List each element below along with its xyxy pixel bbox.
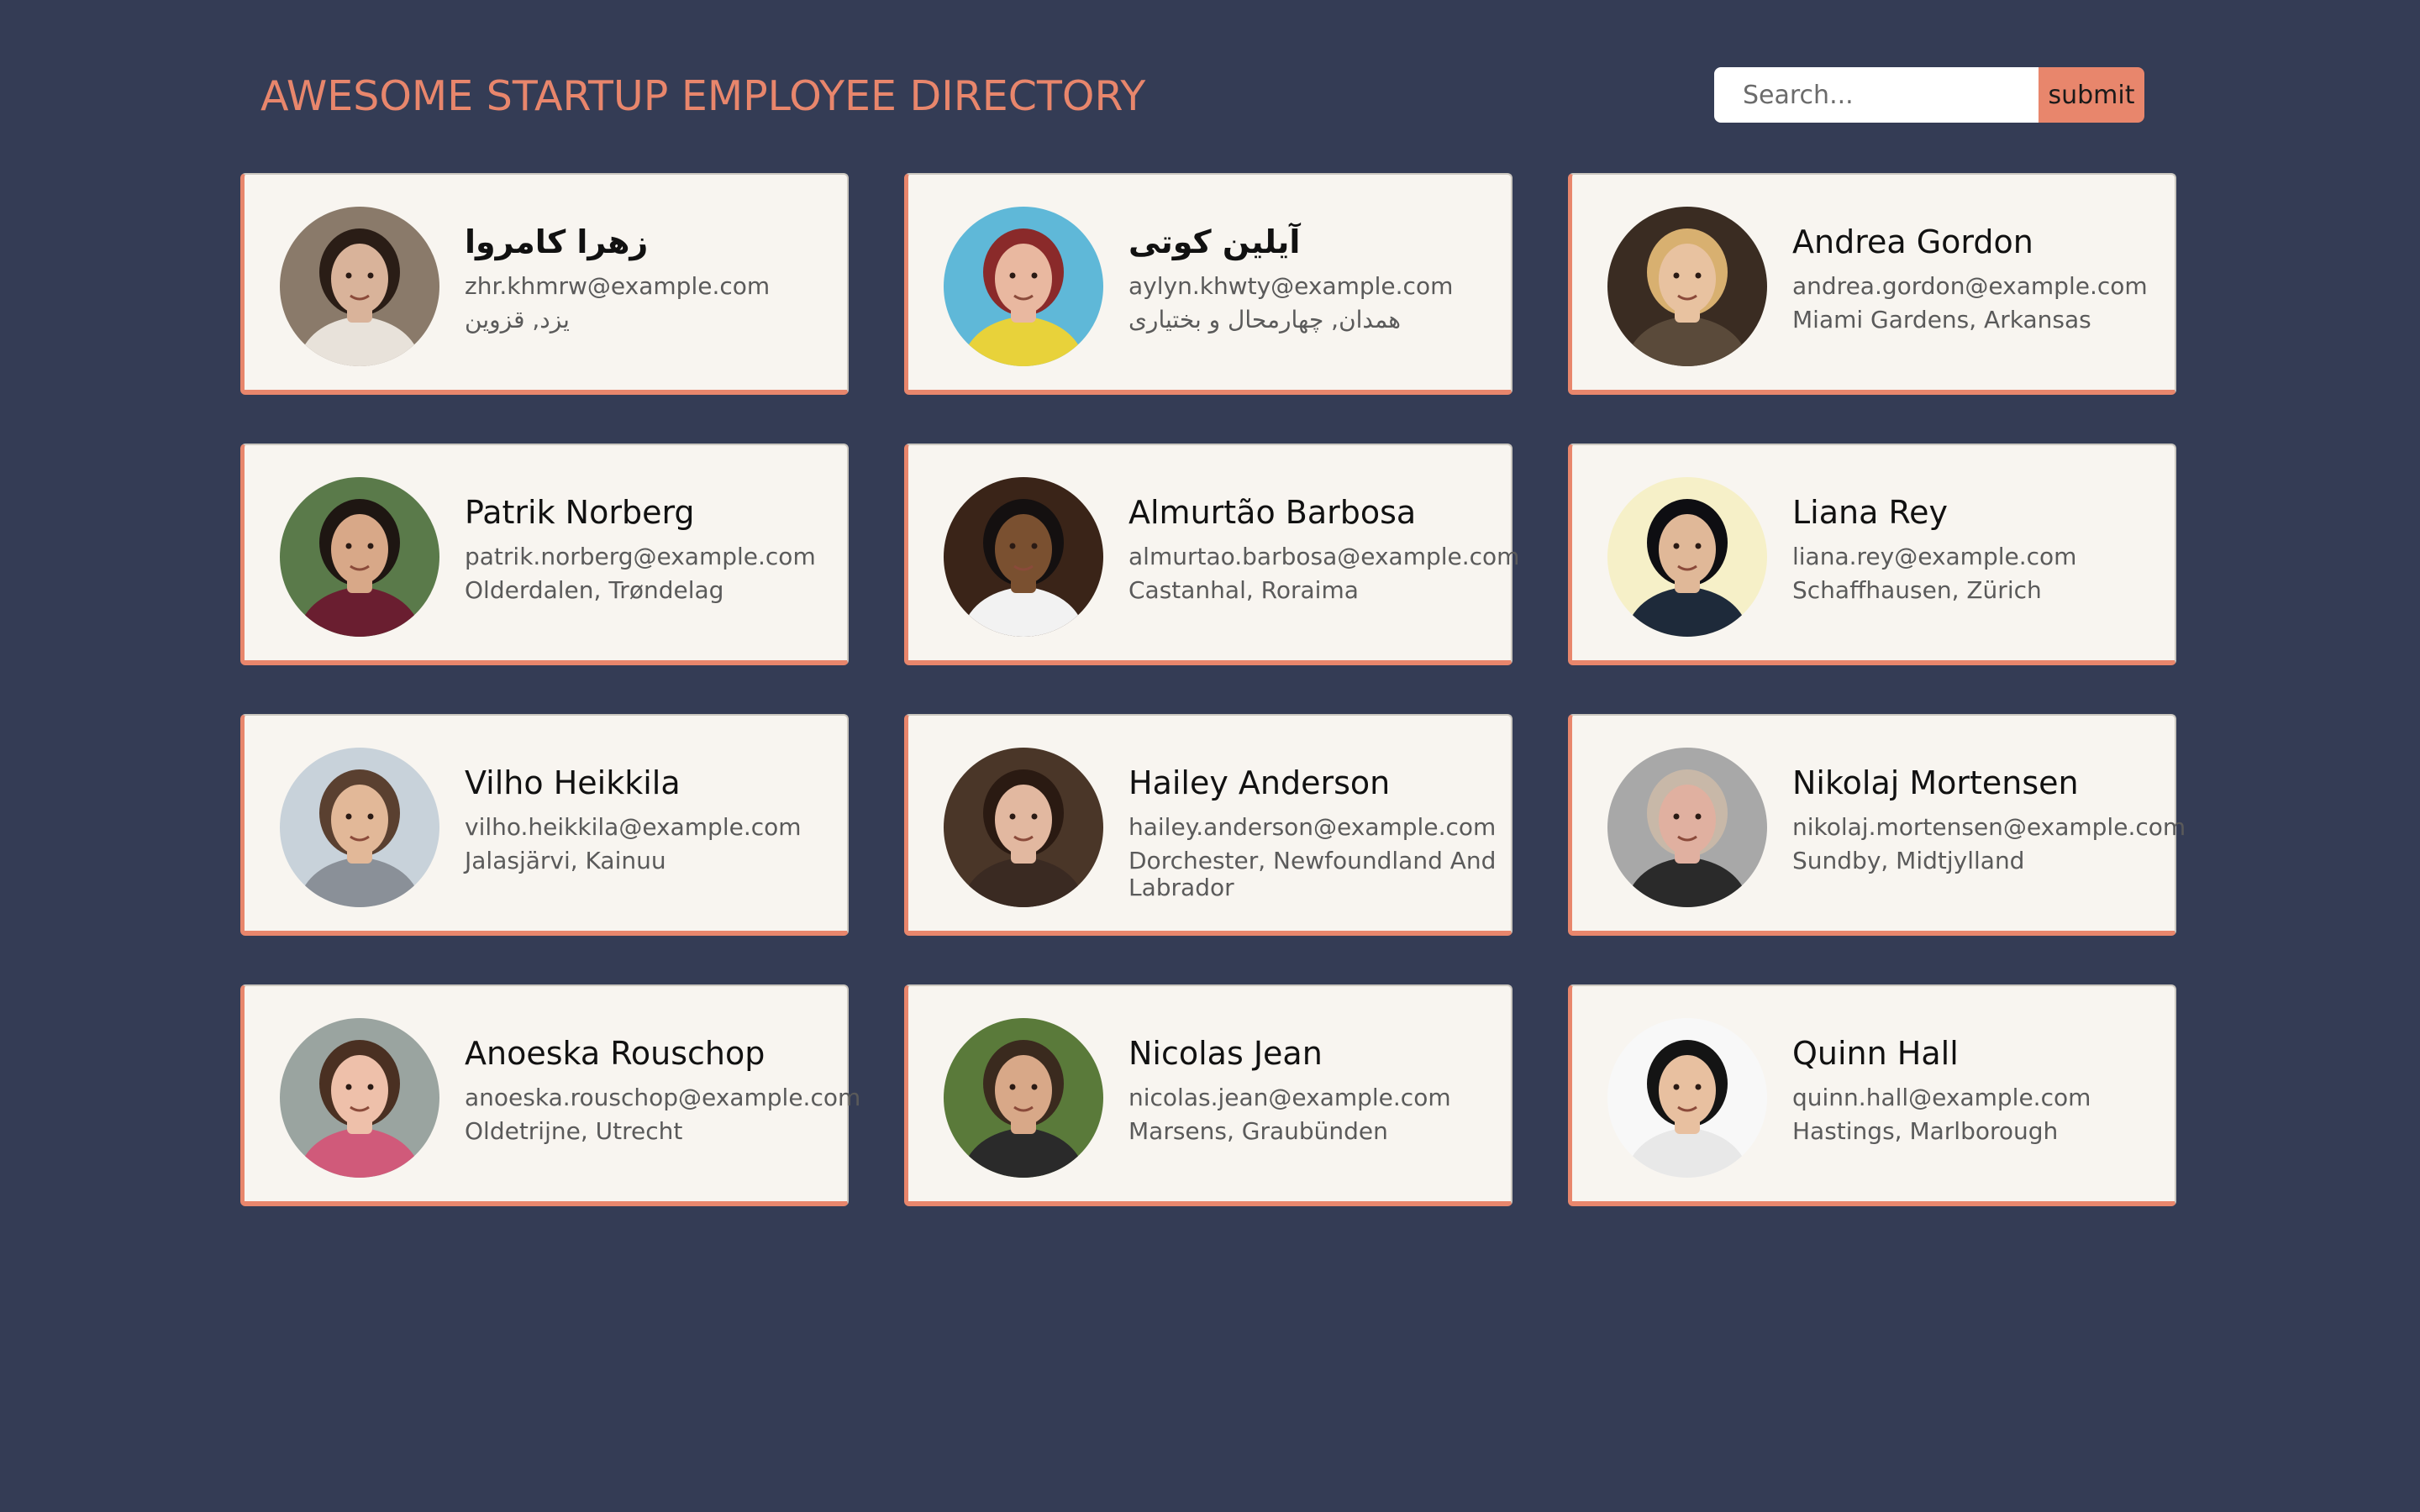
employee-email: nikolaj.mortensen@example.com [1792, 812, 2186, 841]
employee-name: Vilho Heikkila [465, 764, 681, 801]
employee-name: Nicolas Jean [1128, 1035, 1323, 1072]
employee-card[interactable]: Hailey Anderson hailey.anderson@example.… [904, 714, 1512, 936]
employee-email: anoeska.rouschop@example.com [465, 1083, 861, 1111]
employee-directory-page: AWESOME STARTUP EMPLOYEE DIRECTORY submi… [0, 0, 2420, 1512]
employee-avatar [280, 477, 439, 637]
employee-name: زهرا کامروا [465, 223, 649, 260]
employee-location: Hastings, Marlborough [1792, 1117, 2059, 1146]
employee-card[interactable]: Liana Rey liana.rey@example.com Schaffha… [1568, 444, 2176, 665]
employee-name: Anoeska Rouschop [465, 1035, 765, 1072]
employee-info: زهرا کامروا zhr.khmrw@example.com یزد, ق… [465, 223, 842, 333]
employee-card[interactable]: Nikolaj Mortensen nikolaj.mortensen@exam… [1568, 714, 2186, 936]
employee-email: zhr.khmrw@example.com [465, 271, 771, 300]
employee-email: almurtao.barbosa@example.com [1128, 542, 1520, 570]
employee-info: Almurtão Barbosa almurtao.barbosa@exampl… [1128, 494, 1520, 605]
employee-location: Miami Gardens, Arkansas [1792, 306, 2091, 334]
employee-avatar [1607, 477, 1767, 637]
employee-email: hailey.anderson@example.com [1128, 812, 1497, 841]
employee-avatar [1607, 207, 1767, 366]
employee-avatar [944, 748, 1103, 907]
employee-card[interactable]: Nicolas Jean nicolas.jean@example.com Ma… [904, 984, 1512, 1206]
employee-avatar [1607, 1018, 1767, 1178]
employee-card[interactable]: Patrik Norberg patrik.norberg@example.co… [240, 444, 849, 665]
employee-email: liana.rey@example.com [1792, 542, 2077, 570]
employee-email: andrea.gordon@example.com [1792, 271, 2148, 300]
employee-email: vilho.heikkila@example.com [465, 812, 802, 841]
employee-avatar [1607, 748, 1767, 907]
employee-location: Castanhal, Roraima [1128, 576, 1359, 605]
employee-name: Quinn Hall [1792, 1035, 1959, 1072]
employee-location: Dorchester, Newfoundland And Labrador [1128, 847, 1497, 902]
employee-info: Andrea Gordon andrea.gordon@example.com … [1792, 223, 2170, 333]
employee-card[interactable]: Almurtão Barbosa almurtao.barbosa@exampl… [904, 444, 1520, 665]
employee-gallery: زهرا کامروا zhr.khmrw@example.com یزد, ق… [240, 173, 2186, 1206]
employee-card[interactable]: زهرا کامروا zhr.khmrw@example.com یزد, ق… [240, 173, 849, 395]
employee-location: Sundby, Midtjylland [1792, 847, 2025, 875]
employee-location: همدان, چهارمحال و بختیاری [1128, 306, 1402, 334]
employee-card[interactable]: آیلین کوتی aylyn.khwty@example.com همدان… [904, 173, 1512, 395]
employee-email: aylyn.khwty@example.com [1128, 271, 1454, 300]
employee-avatar [280, 748, 439, 907]
page-header: AWESOME STARTUP EMPLOYEE DIRECTORY submi… [260, 67, 2160, 126]
employee-name: Nikolaj Mortensen [1792, 764, 2079, 801]
employee-name: Almurtão Barbosa [1128, 494, 1417, 531]
search-input[interactable] [1714, 67, 2039, 123]
employee-email: patrik.norberg@example.com [465, 542, 816, 570]
search-submit-button[interactable]: submit [2039, 67, 2144, 123]
employee-location: Olderdalen, Trøndelag [465, 576, 724, 605]
employee-avatar [280, 207, 439, 366]
employee-name: Andrea Gordon [1792, 223, 2033, 260]
employee-info: آیلین کوتی aylyn.khwty@example.com همدان… [1128, 223, 1506, 333]
employee-card[interactable]: Vilho Heikkila vilho.heikkila@example.co… [240, 714, 849, 936]
employee-card[interactable]: Quinn Hall quinn.hall@example.com Hastin… [1568, 984, 2176, 1206]
employee-location: Marsens, Graubünden [1128, 1117, 1388, 1146]
employee-info: Nicolas Jean nicolas.jean@example.com Ma… [1128, 1035, 1506, 1145]
employee-name: آیلین کوتی [1128, 223, 1301, 260]
employee-info: Anoeska Rouschop anoeska.rouschop@exampl… [465, 1035, 861, 1146]
employee-location: Schaffhausen, Zürich [1792, 576, 2042, 605]
employee-name: Hailey Anderson [1128, 764, 1391, 801]
employee-avatar [944, 207, 1103, 366]
employee-info: Nikolaj Mortensen nikolaj.mortensen@exam… [1792, 764, 2186, 875]
employee-location: Jalasjärvi, Kainuu [465, 847, 666, 875]
employee-info: Patrik Norberg patrik.norberg@example.co… [465, 494, 842, 604]
page-title: AWESOME STARTUP EMPLOYEE DIRECTORY [260, 72, 1146, 120]
employee-email: nicolas.jean@example.com [1128, 1083, 1451, 1111]
employee-avatar [944, 1018, 1103, 1178]
employee-email: quinn.hall@example.com [1792, 1083, 2091, 1111]
employee-info: Liana Rey liana.rey@example.com Schaffha… [1792, 494, 2170, 604]
employee-avatar [280, 1018, 439, 1178]
employee-info: Hailey Anderson hailey.anderson@example.… [1128, 764, 1506, 902]
search-form: submit [1714, 67, 2144, 123]
employee-card[interactable]: Anoeska Rouschop anoeska.rouschop@exampl… [240, 984, 861, 1206]
employee-avatar [944, 477, 1103, 637]
employee-info: Vilho Heikkila vilho.heikkila@example.co… [465, 764, 842, 874]
employee-location: یزد, قزوین [465, 306, 570, 334]
employee-location: Oldetrijne, Utrecht [465, 1117, 683, 1146]
employee-name: Patrik Norberg [465, 494, 695, 531]
employee-info: Quinn Hall quinn.hall@example.com Hastin… [1792, 1035, 2170, 1145]
employee-card[interactable]: Andrea Gordon andrea.gordon@example.com … [1568, 173, 2176, 395]
employee-name: Liana Rey [1792, 494, 1949, 531]
